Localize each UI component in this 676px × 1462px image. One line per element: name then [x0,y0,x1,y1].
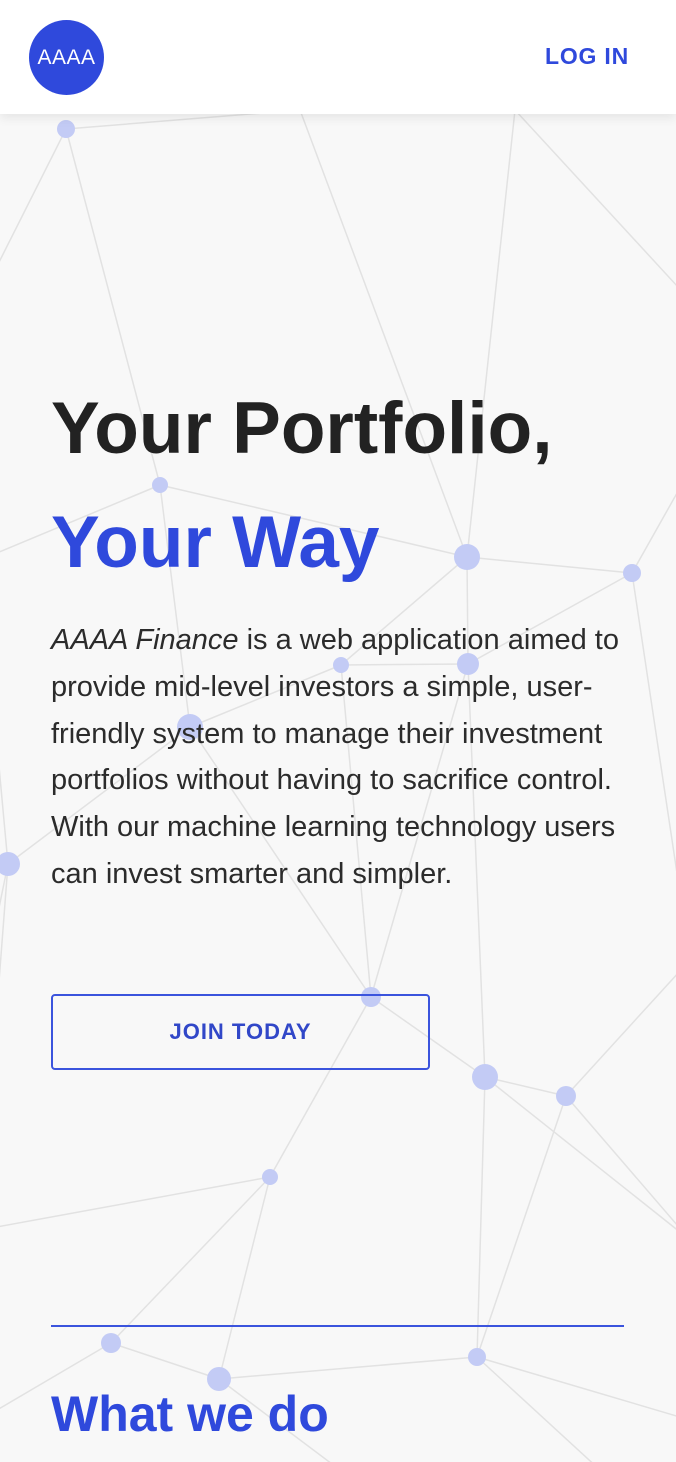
brand-name: AAAA Finance [51,624,239,656]
description-text: is a web application aimed to provide mi… [51,624,619,890]
network-node [262,1169,278,1185]
section-divider [51,1325,624,1327]
network-node [57,120,75,138]
section-title: What we do [51,1386,329,1442]
network-line [565,1095,676,1225]
top-bar: AAAA LOG IN [0,0,676,114]
network-node [468,1348,486,1366]
hero-title-line2: Your Way [51,502,380,583]
network-line [0,128,67,262]
login-button[interactable]: LOG IN [545,43,629,70]
network-line [476,1356,676,1417]
logo[interactable]: AAAA [29,20,104,95]
network-line [0,863,9,979]
network-line [476,1076,486,1358]
network-node [0,852,20,876]
network-line [476,1095,567,1358]
hero-heading: Your Portfolio, Your Way [51,388,641,584]
network-line [218,1356,478,1380]
join-today-button[interactable]: JOIN TODAY [51,994,430,1070]
network-line [0,768,9,865]
network-node [556,1086,576,1106]
network-line [484,1076,676,1230]
network-node [472,1064,498,1090]
network-line [565,974,676,1097]
hero-title-line1: Your Portfolio, [51,388,553,469]
network-line [110,1342,220,1380]
network-line [514,109,676,286]
network-line [0,1176,271,1228]
hero-description: AAAA Finance is a web application aimed … [51,617,641,898]
network-line [476,1356,593,1462]
network-line [218,1176,271,1380]
join-today-label: JOIN TODAY [169,1019,312,1044]
logo-text: AAAA [37,45,96,69]
network-node [101,1333,121,1353]
